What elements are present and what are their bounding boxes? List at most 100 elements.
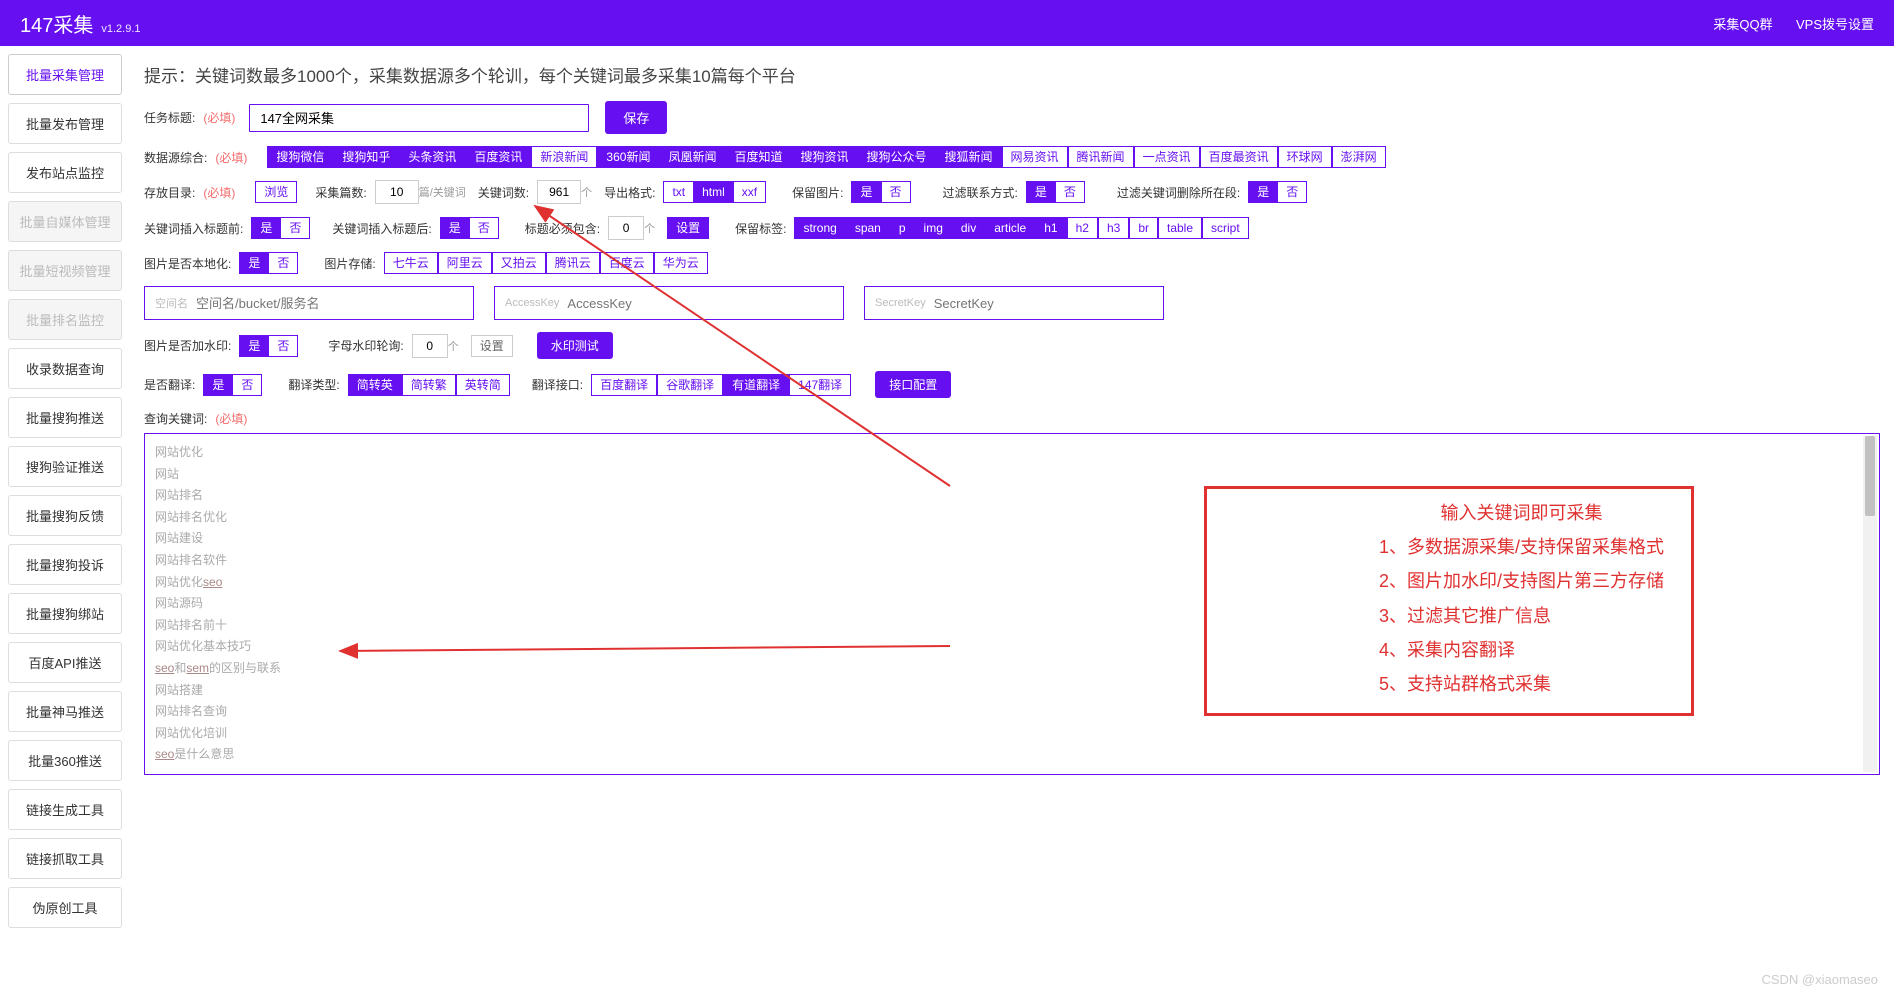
keep-tag-0[interactable]: strong (794, 217, 845, 239)
title-set-button[interactable]: 设置 (667, 217, 709, 239)
keep-tag-11[interactable]: script (1202, 217, 1249, 239)
char-wm-input[interactable] (412, 334, 448, 358)
kw-before-no[interactable]: 否 (280, 217, 310, 239)
keep-tag-7[interactable]: h2 (1067, 217, 1098, 239)
translate-yes[interactable]: 是 (203, 374, 232, 396)
trans-type-2[interactable]: 英转简 (456, 374, 510, 396)
link-qq-group[interactable]: 采集QQ群 (1713, 17, 1772, 32)
keywords-textarea[interactable]: 网站优化网站网站排名网站排名优化网站建设网站排名软件网站优化seo网站源码网站排… (144, 433, 1880, 775)
export-fmt-1[interactable]: html (693, 181, 733, 203)
sidebar-item-9[interactable]: 批量搜狗反馈 (8, 495, 122, 536)
sidebar-item-16[interactable]: 链接抓取工具 (8, 838, 122, 879)
img-store-5[interactable]: 华为云 (654, 252, 708, 274)
save-button[interactable]: 保存 (605, 101, 667, 134)
img-store-2[interactable]: 又拍云 (492, 252, 546, 274)
trans-type-1[interactable]: 简转繁 (402, 374, 456, 396)
trans-api-3[interactable]: 147翻译 (789, 374, 851, 396)
sidebar-item-11[interactable]: 批量搜狗绑站 (8, 593, 122, 634)
filter-contact-yes[interactable]: 是 (1026, 181, 1055, 203)
filter-kw-del-yes[interactable]: 是 (1248, 181, 1277, 203)
sidebar-item-15[interactable]: 链接生成工具 (8, 789, 122, 830)
keep-tag-6[interactable]: h1 (1035, 217, 1066, 239)
img-store-3[interactable]: 腾讯云 (546, 252, 600, 274)
keep-img-no[interactable]: 否 (881, 181, 911, 203)
source-tag-1[interactable]: 搜狗知乎 (333, 146, 399, 168)
img-store-1[interactable]: 阿里云 (438, 252, 492, 274)
sidebar-item-2[interactable]: 发布站点监控 (8, 152, 122, 193)
sidebar-item-10[interactable]: 批量搜狗投诉 (8, 544, 122, 585)
keep-img-yes[interactable]: 是 (851, 181, 880, 203)
scrollbar[interactable] (1863, 436, 1877, 772)
source-tag-5[interactable]: 360新闻 (597, 146, 659, 168)
keep-tag-4[interactable]: div (952, 217, 985, 239)
sidebar-item-17[interactable]: 伪原创工具 (8, 887, 122, 928)
source-tag-7[interactable]: 百度知道 (725, 146, 791, 168)
img-local-no[interactable]: 否 (268, 252, 298, 274)
filter-contact-group: 是 否 (1026, 181, 1085, 203)
source-tag-2[interactable]: 头条资讯 (399, 146, 465, 168)
img-store-4[interactable]: 百度云 (600, 252, 654, 274)
keep-tag-3[interactable]: img (915, 217, 952, 239)
source-tag-15[interactable]: 环球网 (1278, 146, 1332, 168)
access-key-field[interactable]: AccessKey (494, 286, 844, 320)
img-store-0[interactable]: 七牛云 (384, 252, 438, 274)
scrollbar-thumb[interactable] (1865, 436, 1875, 516)
wm-test-button[interactable]: 水印测试 (537, 332, 613, 359)
api-config-button[interactable]: 接口配置 (875, 371, 951, 398)
source-tag-0[interactable]: 搜狗微信 (267, 146, 333, 168)
source-tag-9[interactable]: 搜狗公众号 (858, 146, 936, 168)
sidebar-item-12[interactable]: 百度API推送 (8, 642, 122, 683)
keep-tag-8[interactable]: h3 (1098, 217, 1129, 239)
sidebar-item-14[interactable]: 批量360推送 (8, 740, 122, 781)
browse-button[interactable]: 浏览 (255, 181, 297, 203)
label-kw-before: 关键词插入标题前: (144, 220, 243, 237)
page-count-input[interactable] (375, 180, 419, 204)
source-tag-4[interactable]: 新浪新闻 (531, 146, 597, 168)
img-wm-no[interactable]: 否 (268, 335, 298, 357)
secret-key-input[interactable] (934, 296, 1153, 311)
wm-set-button[interactable]: 设置 (471, 335, 513, 357)
img-local-yes[interactable]: 是 (239, 252, 268, 274)
sidebar-item-8[interactable]: 搜狗验证推送 (8, 446, 122, 487)
task-title-input[interactable] (249, 104, 589, 132)
access-key-input[interactable] (567, 296, 833, 311)
trans-type-0[interactable]: 简转英 (348, 374, 402, 396)
export-fmt-2[interactable]: xxf (733, 181, 766, 203)
keep-tag-5[interactable]: article (985, 217, 1035, 239)
trans-api-0[interactable]: 百度翻译 (591, 374, 657, 396)
source-tag-3[interactable]: 百度资讯 (465, 146, 531, 168)
sidebar-item-6[interactable]: 收录数据查询 (8, 348, 122, 389)
space-name-field[interactable]: 空间名 (144, 286, 474, 320)
sidebar-item-7[interactable]: 批量搜狗推送 (8, 397, 122, 438)
space-name-input[interactable] (196, 296, 463, 311)
kw-after-yes[interactable]: 是 (440, 217, 469, 239)
source-tag-12[interactable]: 腾讯新闻 (1068, 146, 1134, 168)
trans-api-2[interactable]: 有道翻译 (723, 374, 789, 396)
source-tag-14[interactable]: 百度最资讯 (1200, 146, 1278, 168)
title-must-input[interactable] (608, 216, 644, 240)
source-tag-13[interactable]: 一点资讯 (1134, 146, 1200, 168)
filter-kw-del-no[interactable]: 否 (1277, 181, 1307, 203)
keep-tag-10[interactable]: table (1158, 217, 1202, 239)
sidebar-item-0[interactable]: 批量采集管理 (8, 54, 122, 95)
keep-tag-9[interactable]: br (1129, 217, 1158, 239)
sidebar-item-13[interactable]: 批量神马推送 (8, 691, 122, 732)
source-tag-16[interactable]: 澎湃网 (1332, 146, 1386, 168)
source-tag-8[interactable]: 搜狗资讯 (791, 146, 857, 168)
link-vps-settings[interactable]: VPS拨号设置 (1796, 17, 1874, 32)
source-tag-10[interactable]: 搜狐新闻 (936, 146, 1002, 168)
kw-after-no[interactable]: 否 (469, 217, 499, 239)
secret-key-field[interactable]: SecretKey (864, 286, 1164, 320)
filter-contact-no[interactable]: 否 (1055, 181, 1085, 203)
source-tag-6[interactable]: 凤凰新闻 (659, 146, 725, 168)
img-wm-yes[interactable]: 是 (239, 335, 268, 357)
source-tag-11[interactable]: 网易资讯 (1002, 146, 1068, 168)
trans-api-1[interactable]: 谷歌翻译 (657, 374, 723, 396)
kw-count-input[interactable] (537, 180, 581, 204)
translate-no[interactable]: 否 (232, 374, 262, 396)
sidebar-item-1[interactable]: 批量发布管理 (8, 103, 122, 144)
export-fmt-0[interactable]: txt (663, 181, 693, 203)
keep-tag-1[interactable]: span (846, 217, 890, 239)
kw-before-yes[interactable]: 是 (251, 217, 280, 239)
keep-tag-2[interactable]: p (890, 217, 915, 239)
